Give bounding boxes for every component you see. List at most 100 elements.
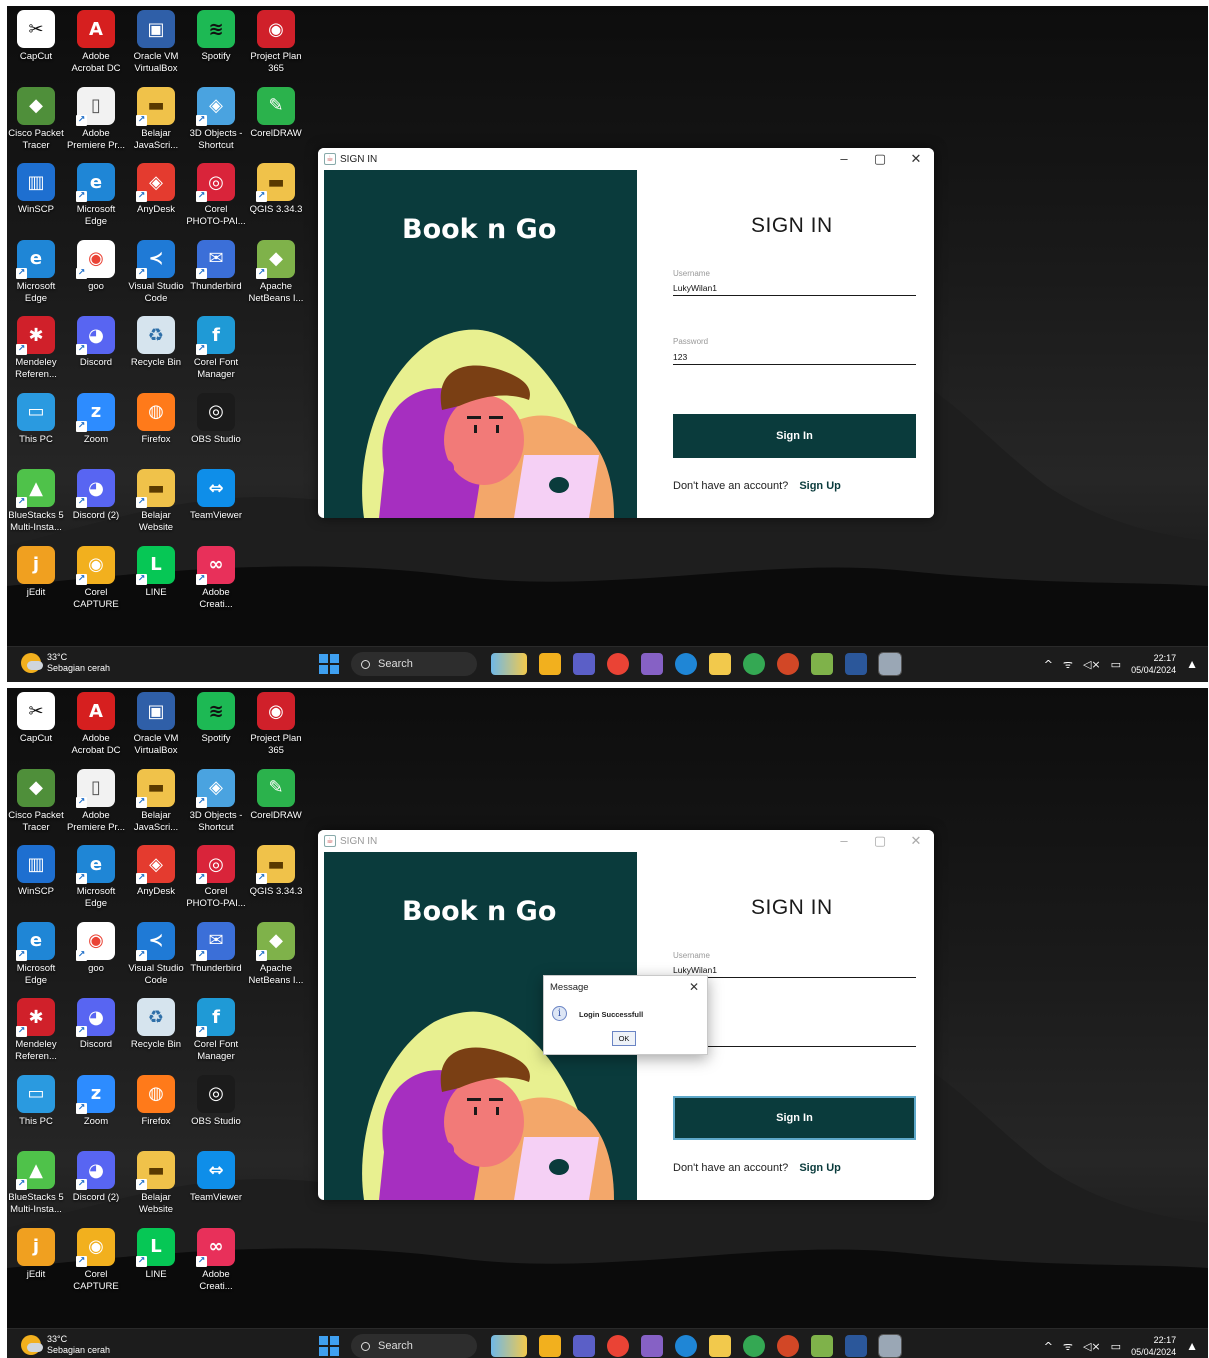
desktop-icon-discord[interactable]: ◕ ↗ Discord	[66, 316, 126, 369]
desktop-icon-corel-photo-pai[interactable]: ◎ ↗ Corel PHOTO-PAI...	[186, 845, 246, 910]
password-input[interactable]: 123	[673, 352, 687, 362]
window-titlebar[interactable]: ☕ SIGN IN – ▢ ✕	[318, 830, 934, 852]
widgets-icon[interactable]	[491, 653, 527, 675]
speaker-muted-icon[interactable]: ◁×	[1083, 658, 1101, 671]
chevron-up-icon[interactable]: ^	[1044, 658, 1053, 671]
teams-icon[interactable]	[573, 653, 595, 675]
desktop-icon-line[interactable]: L ↗ LINE	[126, 545, 186, 599]
file-explorer-icon[interactable]	[709, 653, 731, 675]
desktop-icon-visual-studio-code[interactable]: ≺ ↗ Visual Studio Code	[126, 921, 186, 987]
desktop-icon-belajar-javascri[interactable]: ▬ ↗ Belajar JavaScri...	[126, 768, 186, 834]
edge-icon[interactable]	[675, 653, 697, 675]
taskbar-search[interactable]: Search	[351, 652, 477, 676]
desktop-icon-teamviewer[interactable]: ⇔ TeamViewer	[186, 469, 246, 522]
maximize-button[interactable]: ▢	[862, 833, 898, 849]
app-icon-1[interactable]	[539, 1335, 561, 1357]
desktop-icon-obs-studio[interactable]: ◎ OBS Studio	[186, 1074, 246, 1128]
desktop-icon-this-pc[interactable]: ▭ This PC	[7, 392, 66, 446]
desktop-icon-oracle-vm-virtualbox[interactable]: ▣ Oracle VM VirtualBox	[126, 10, 186, 75]
desktop-icon-obs-studio[interactable]: ◎ OBS Studio	[186, 392, 246, 446]
desktop-icon-thunderbird[interactable]: ✉ ↗ Thunderbird	[186, 239, 246, 293]
teams-icon[interactable]	[573, 1335, 595, 1357]
desktop-icon-jedit[interactable]: j jEdit	[7, 1227, 66, 1281]
desktop-icon-discord-2[interactable]: ◕ ↗ Discord (2)	[66, 469, 126, 522]
desktop-icon-corel-capture[interactable]: ◉ ↗ Corel CAPTURE	[66, 1227, 126, 1293]
desktop-icon-recycle-bin[interactable]: ♻ Recycle Bin	[126, 998, 186, 1051]
desktop-icon-mendeley-referen[interactable]: ✱ ↗ Mendeley Referen...	[7, 998, 66, 1063]
desktop-icon-zoom[interactable]: z ↗ Zoom	[66, 1074, 126, 1128]
desktop-icon-coreldraw[interactable]: ✎ CorelDRAW	[246, 86, 306, 140]
taskbar-search[interactable]: Search	[351, 1334, 477, 1358]
desktop-icon-adobe-creati[interactable]: ∞ ↗ Adobe Creati...	[186, 1227, 246, 1293]
desktop-icon-3d-objects-shortcut[interactable]: ◈ ↗ 3D Objects - Shortcut	[186, 768, 246, 834]
netbeans-icon[interactable]	[811, 653, 833, 675]
close-button[interactable]: ✕	[898, 833, 934, 849]
desktop-icon-3d-objects-shortcut[interactable]: ◈ ↗ 3D Objects - Shortcut	[186, 86, 246, 152]
signin-window[interactable]: ☕ SIGN IN – ▢ ✕ Book n Go SIGN IN Userna…	[318, 148, 934, 518]
dialog-close-button[interactable]: ✕	[681, 980, 707, 994]
desktop-icon-firefox[interactable]: ◍ Firefox	[126, 1074, 186, 1128]
desktop-icon-corel-font-manager[interactable]: f ↗ Corel Font Manager	[186, 316, 246, 381]
desktop-icon-corel-photo-pai[interactable]: ◎ ↗ Corel PHOTO-PAI...	[186, 163, 246, 228]
minimize-button[interactable]: –	[826, 833, 862, 849]
desktop-icon-goo[interactable]: ◉ ↗ goo	[66, 239, 126, 293]
word-icon[interactable]	[845, 1335, 867, 1357]
chevron-up-icon[interactable]: ^	[1044, 1340, 1053, 1353]
maximize-button[interactable]: ▢	[862, 151, 898, 167]
desktop-icon-microsoft-edge[interactable]: e ↗ Microsoft Edge	[66, 163, 126, 228]
chrome-profile-icon[interactable]	[743, 1335, 765, 1357]
desktop-icon-project-plan-365[interactable]: ◉ Project Plan 365	[246, 692, 306, 757]
netbeans-icon[interactable]	[811, 1335, 833, 1357]
sign-in-button[interactable]: Sign In	[673, 1096, 916, 1140]
desktop-icon-discord[interactable]: ◕ ↗ Discord	[66, 998, 126, 1051]
sign-up-link[interactable]: Sign Up	[799, 480, 841, 492]
wifi-icon[interactable]: ᯤ	[1063, 1339, 1073, 1354]
weather-widget[interactable]: 33°C Sebagian cerah	[21, 652, 110, 674]
desktop-icon-goo[interactable]: ◉ ↗ goo	[66, 921, 126, 975]
desktop-icon-belajar-javascri[interactable]: ▬ ↗ Belajar JavaScri...	[126, 86, 186, 152]
desktop-icon-microsoft-edge[interactable]: e ↗ Microsoft Edge	[7, 239, 66, 305]
ok-button[interactable]: OK	[612, 1031, 636, 1046]
desktop-icon-teamviewer[interactable]: ⇔ TeamViewer	[186, 1151, 246, 1204]
weather-widget[interactable]: 33°C Sebagian cerah	[21, 1334, 110, 1356]
app-icon-1[interactable]	[539, 653, 561, 675]
desktop-icon-apache-netbeans-i[interactable]: ◆ ↗ Apache NetBeans I...	[246, 921, 306, 987]
desktop-icon-anydesk[interactable]: ◈ ↗ AnyDesk	[126, 163, 186, 216]
desktop-icon-bluestacks-5-multi-insta[interactable]: ▲ ↗ BlueStacks 5 Multi-Insta...	[7, 469, 66, 534]
desktop-icon-bluestacks-5-multi-insta[interactable]: ▲ ↗ BlueStacks 5 Multi-Insta...	[7, 1151, 66, 1216]
close-button[interactable]: ✕	[898, 151, 934, 167]
desktop-icon-belajar-website[interactable]: ▬ ↗ Belajar Website	[126, 1151, 186, 1216]
desktop-icon-line[interactable]: L ↗ LINE	[126, 1227, 186, 1281]
desktop-icon-adobe-creati[interactable]: ∞ ↗ Adobe Creati...	[186, 545, 246, 611]
desktop-icon-apache-netbeans-i[interactable]: ◆ ↗ Apache NetBeans I...	[246, 239, 306, 305]
sign-in-button[interactable]: Sign In	[673, 414, 916, 458]
desktop-icon-capcut[interactable]: ✂ CapCut	[7, 692, 66, 745]
chrome-profile-icon[interactable]	[743, 653, 765, 675]
chrome-icon[interactable]	[607, 1335, 629, 1357]
wifi-icon[interactable]: ᯤ	[1063, 657, 1073, 672]
desktop-icon-jedit[interactable]: j jEdit	[7, 545, 66, 599]
desktop-icon-qgis-3-34-3[interactable]: ▬ ↗ QGIS 3.34.3	[246, 163, 306, 216]
desktop-icon-microsoft-edge[interactable]: e ↗ Microsoft Edge	[7, 921, 66, 987]
word-icon[interactable]	[845, 653, 867, 675]
battery-icon[interactable]: ▭	[1111, 658, 1121, 671]
notification-bell-icon[interactable]: ▲	[1186, 1339, 1198, 1353]
clock[interactable]: 22:17 05/04/2024	[1131, 652, 1176, 676]
desktop-icon-belajar-website[interactable]: ▬ ↗ Belajar Website	[126, 469, 186, 534]
start-icon[interactable]	[319, 654, 339, 674]
notification-bell-icon[interactable]: ▲	[1186, 657, 1198, 671]
chrome-icon[interactable]	[607, 653, 629, 675]
desktop-icon-corel-font-manager[interactable]: f ↗ Corel Font Manager	[186, 998, 246, 1063]
desktop-icon-visual-studio-code[interactable]: ≺ ↗ Visual Studio Code	[126, 239, 186, 305]
desktop-icon-spotify[interactable]: ≋ Spotify	[186, 692, 246, 745]
desktop-icon-adobe-acrobat-dc[interactable]: A Adobe Acrobat DC	[66, 692, 126, 757]
desktop-icon-winscp[interactable]: ▥ WinSCP	[7, 845, 66, 898]
clock[interactable]: 22:17 05/04/2024	[1131, 1334, 1176, 1358]
message-dialog[interactable]: Message ✕ i Login Successfull OK	[543, 975, 708, 1055]
visual-studio-icon[interactable]	[641, 653, 663, 675]
desktop-icon-microsoft-edge[interactable]: e ↗ Microsoft Edge	[66, 845, 126, 910]
desktop-icon-spotify[interactable]: ≋ Spotify	[186, 10, 246, 63]
desktop-icon-oracle-vm-virtualbox[interactable]: ▣ Oracle VM VirtualBox	[126, 692, 186, 757]
edge-icon[interactable]	[675, 1335, 697, 1357]
speaker-muted-icon[interactable]: ◁×	[1083, 1340, 1101, 1353]
